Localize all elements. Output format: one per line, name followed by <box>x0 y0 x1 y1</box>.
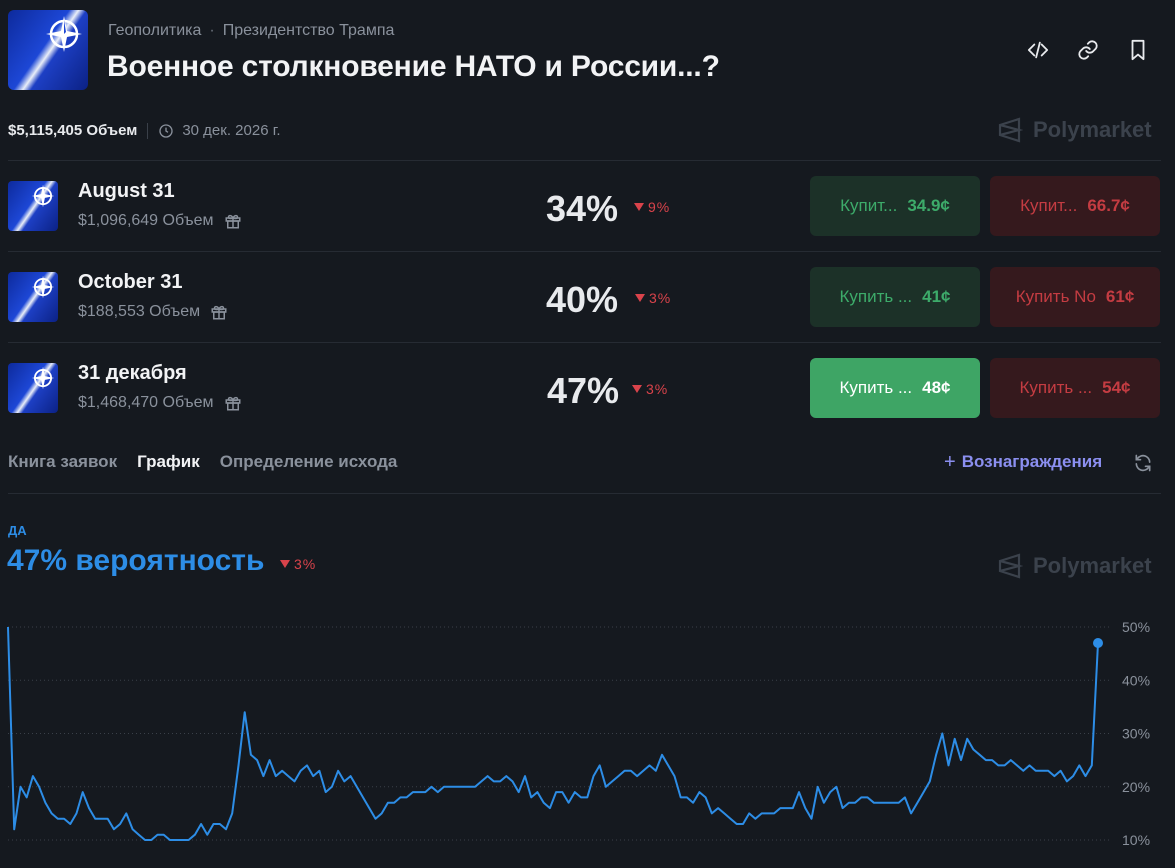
gift-icon <box>225 396 240 411</box>
market-volume: $188,553 Объем <box>78 303 228 321</box>
rewards-link[interactable]: + Вознаграждения <box>944 452 1102 472</box>
market-volume-text: $1,096,649 Объем <box>78 212 214 229</box>
market-volume-text: $188,553 Объем <box>78 303 201 320</box>
meta-divider <box>147 122 149 139</box>
market-volume: $1,096,649 Объем <box>78 212 242 230</box>
event-meta: $5,115,405 Объем 30 дек. 2026 г. <box>8 122 281 139</box>
nato-star-icon <box>31 366 55 390</box>
down-triangle-icon <box>632 385 642 393</box>
polymarket-logo-icon <box>998 117 1023 143</box>
y-tick-label: 40% <box>1122 672 1150 688</box>
chart-change-value: 3% <box>294 556 317 572</box>
market-change-value: 3% <box>649 290 672 306</box>
bookmark-icon[interactable] <box>1126 38 1150 62</box>
market-change: 3% <box>632 381 668 397</box>
y-tick-label: 10% <box>1122 832 1150 848</box>
end-date-text: 30 дек. 2026 г. <box>182 122 281 139</box>
market-change-value: 3% <box>646 381 669 397</box>
market-volume-text: $1,468,470 Объем <box>78 394 214 411</box>
buy-yes-label: Купит... <box>840 196 898 215</box>
refresh-icon[interactable] <box>1133 453 1153 473</box>
event-image <box>8 10 88 90</box>
market-row[interactable]: 31 декабря $1,468,470 Объем 47% 3% Купит… <box>0 343 1175 433</box>
market-row[interactable]: August 31 $1,096,649 Объем 34% 9% Купит.… <box>0 161 1175 251</box>
market-image <box>8 363 58 413</box>
tab-bar: Книга заявок График Определение исхода <box>8 452 397 472</box>
gift-icon <box>211 305 227 320</box>
nato-star-icon <box>46 16 82 52</box>
market-probability: 47% <box>547 370 620 411</box>
buy-yes-button[interactable]: Купить ... 41¢ <box>810 267 980 327</box>
chart-change: 3% <box>280 556 316 572</box>
y-tick-label: 30% <box>1122 726 1150 742</box>
market-image <box>8 272 58 322</box>
market-name: October 31 <box>78 271 183 293</box>
tab-chart[interactable]: График <box>137 452 200 472</box>
buy-no-label: Купить ... <box>1019 378 1093 397</box>
market-volume: $1,468,470 Объем <box>78 394 242 412</box>
buy-yes-price: 41¢ <box>922 287 951 306</box>
probability-chart[interactable]: 50% 40% 30% 20% 10% <box>0 600 1175 868</box>
breadcrumb-category[interactable]: Геополитика <box>108 22 201 40</box>
buy-no-button[interactable]: Купит... 66.7¢ <box>990 176 1160 236</box>
market-probability: 34% <box>546 188 619 229</box>
market-name: August 31 <box>78 180 175 202</box>
tab-order-book[interactable]: Книга заявок <box>8 452 117 472</box>
tab-resolution[interactable]: Определение исхода <box>220 452 398 472</box>
buy-yes-label: Купить ... <box>839 378 913 397</box>
chart-probability: 47% вероятность <box>7 544 265 577</box>
nato-star-icon <box>31 275 55 299</box>
buy-no-label: Купить No <box>1015 287 1096 306</box>
buy-yes-button[interactable]: Купить ... 48¢ <box>810 358 980 418</box>
end-date: 30 дек. 2026 г. <box>158 122 281 139</box>
link-icon[interactable] <box>1076 38 1100 62</box>
down-triangle-icon <box>634 203 644 211</box>
buy-no-button[interactable]: Купить ... 54¢ <box>990 358 1160 418</box>
buy-no-price: 61¢ <box>1105 287 1135 306</box>
polymarket-logo-icon <box>998 553 1023 579</box>
down-triangle-icon <box>280 560 290 568</box>
market-name: 31 декабря <box>78 362 187 384</box>
current-point <box>1093 637 1103 648</box>
nato-star-icon <box>31 184 55 208</box>
buy-yes-label: Купить ... <box>839 287 913 306</box>
polymarket-watermark: Polymarket <box>997 117 1152 143</box>
market-probability: 40% <box>546 279 619 320</box>
buy-no-price: 66.7¢ <box>1087 196 1130 215</box>
total-volume: $5,115,405 Объем <box>8 122 138 139</box>
clock-icon <box>159 123 173 138</box>
market-image <box>8 181 58 231</box>
down-triangle-icon <box>635 294 645 302</box>
buy-yes-button[interactable]: Купит... 34.9¢ <box>810 176 980 236</box>
buy-yes-price: 34.9¢ <box>907 196 950 215</box>
buy-no-price: 54¢ <box>1102 378 1131 397</box>
rewards-label: Вознаграждения <box>961 452 1103 471</box>
polymarket-watermark: Polymarket <box>997 553 1152 579</box>
y-tick-label: 50% <box>1122 619 1150 635</box>
gift-icon <box>225 214 240 229</box>
buy-yes-price: 48¢ <box>922 378 951 397</box>
plus-icon: + <box>944 451 956 473</box>
divider <box>8 493 1161 494</box>
brand-name: Polymarket <box>1033 117 1152 142</box>
market-change-value: 9% <box>648 199 671 215</box>
breadcrumb: Геополитика · Президентство Трампа <box>108 22 394 40</box>
embed-code-icon[interactable] <box>1026 38 1050 62</box>
buy-no-button[interactable]: Купить No 61¢ <box>990 267 1160 327</box>
outcome-label: ДА <box>8 523 27 538</box>
page-title: Военное столкновение НАТО и России...? <box>107 50 720 83</box>
market-change: 9% <box>634 199 670 215</box>
breadcrumb-subcategory[interactable]: Президентство Трампа <box>223 22 395 40</box>
breadcrumb-separator: · <box>209 22 215 39</box>
y-tick-label: 20% <box>1122 779 1150 795</box>
buy-no-label: Купит... <box>1020 196 1078 215</box>
brand-name: Polymarket <box>1033 553 1152 578</box>
market-change: 3% <box>635 290 671 306</box>
market-row[interactable]: October 31 $188,553 Объем 40% 3% Купить … <box>0 252 1175 342</box>
